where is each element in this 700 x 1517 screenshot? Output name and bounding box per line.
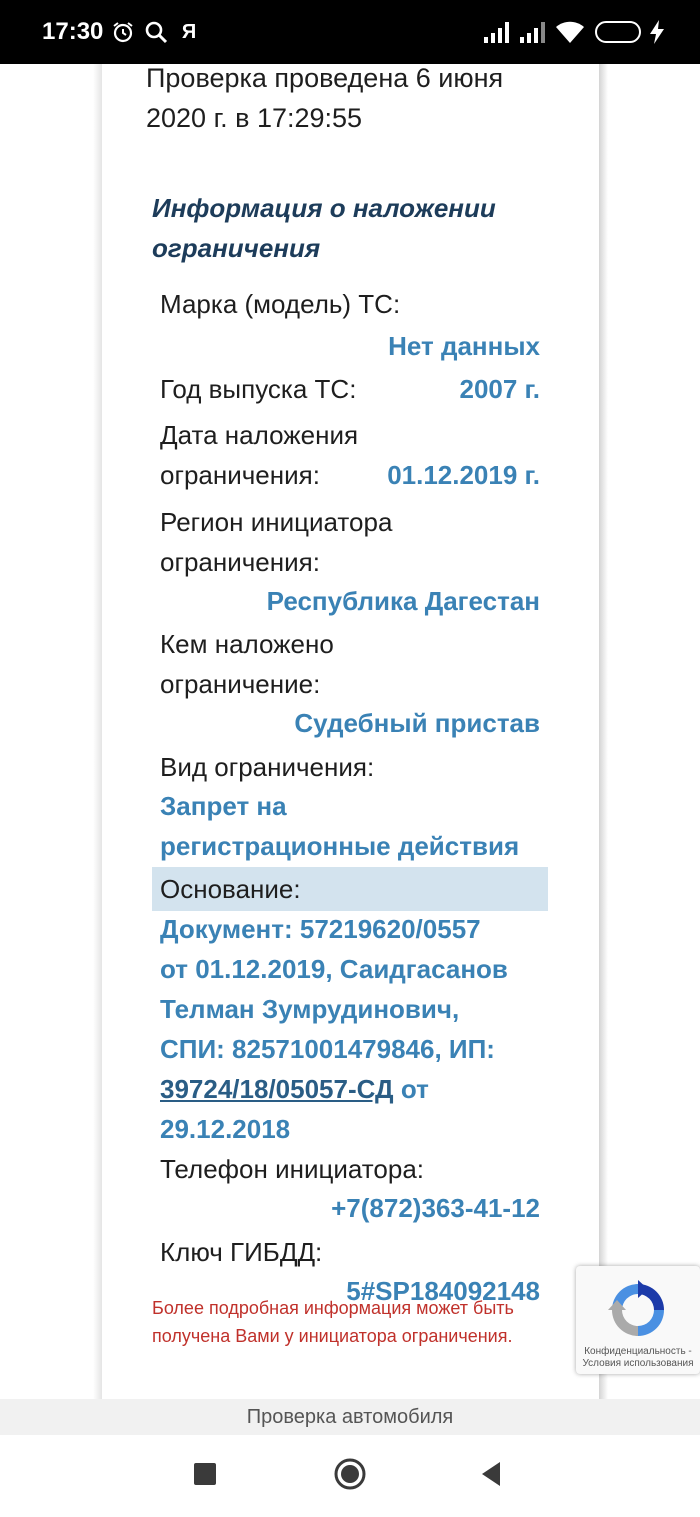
page-title-bar: Проверка автомобиля <box>0 1399 700 1435</box>
yandex-icon: Я <box>174 16 204 48</box>
year-label: Год выпуска ТС: <box>160 374 357 404</box>
kind-value-line1: Запрет на <box>160 791 287 821</box>
alarm-icon <box>110 16 136 48</box>
doc-line: СПИ: 82571001479846, ИП: <box>160 1034 495 1064</box>
yandex-label: Я <box>181 20 197 43</box>
home-icon <box>333 1457 367 1496</box>
doc-line: Документ: 57219620/0557 <box>160 914 481 944</box>
check-timestamp: Проверка проведена 6 июня 2020 г. в 17:2… <box>146 63 504 133</box>
recents-icon <box>194 1462 216 1490</box>
page-title: Проверка автомобиля <box>246 1406 454 1428</box>
back-button[interactable] <box>466 1451 516 1501</box>
page-shadow-right <box>598 64 608 1399</box>
signal-icon <box>518 16 548 48</box>
recaptcha-icon <box>604 1278 672 1342</box>
phone-value[interactable]: +7(872)363-41-12 <box>331 1188 540 1228</box>
phone-label: Телефон инициатора: <box>160 1154 425 1184</box>
section-title: Информация о наложении ограничения <box>152 193 496 263</box>
kind-value-line2: регистрационные действия <box>160 831 520 861</box>
model-value: Нет данных <box>388 331 540 361</box>
info-note: Более подробная информация может быть по… <box>152 1298 514 1346</box>
doc-line: 39724/18/05057-СД от <box>160 1069 550 1109</box>
battery-icon: 46 <box>595 21 641 43</box>
model-label: Марка (модель) ТС: <box>160 289 401 319</box>
back-icon <box>480 1461 502 1491</box>
basis-row: Основание: <box>152 867 548 911</box>
region-value: Республика Дагестан <box>266 586 540 616</box>
wifi-icon <box>553 16 587 48</box>
kind-label: Вид ограничения: <box>160 752 375 782</box>
doc-line: от 01.12.2019, Саидгасанов <box>160 954 508 984</box>
battery-level: 46 <box>618 23 635 41</box>
doc-ip-suffix: от <box>400 1074 429 1104</box>
signal-icon <box>482 16 512 48</box>
status-time: 17:30 <box>42 18 104 45</box>
ip-number-link[interactable]: 39724/18/05057-СД <box>160 1074 394 1104</box>
key-label: Ключ ГИБДД: <box>160 1237 323 1267</box>
date-value: 01.12.2019 г. <box>387 460 540 490</box>
date-label-line1: Дата наложения <box>160 420 359 450</box>
by-value: Судебный пристав <box>294 708 540 738</box>
basis-label: Основание: <box>160 874 301 904</box>
doc-line: 29.12.2018 <box>160 1114 291 1144</box>
date-label-line2: ограничения: <box>160 460 320 490</box>
region-label-line2: ограничения: <box>160 547 320 577</box>
by-label-line2: ограничение: <box>160 669 321 699</box>
search-icon <box>142 16 170 48</box>
home-button[interactable] <box>325 1451 375 1501</box>
status-bar: 17:30 Я 46 <box>0 0 700 64</box>
charging-icon <box>646 16 668 48</box>
by-label-line1: Кем наложено <box>160 629 334 659</box>
recaptcha-badge[interactable]: Конфиденциальность - Условия использован… <box>576 1266 700 1374</box>
region-label-line1: Регион инициатора <box>160 507 393 537</box>
basis-document: Документ: 57219620/0557 от 01.12.2019, С… <box>160 909 550 1149</box>
recents-button[interactable] <box>180 1451 230 1501</box>
year-value: 2007 г. <box>459 374 540 404</box>
navigation-bar <box>0 1435 700 1517</box>
doc-line: Телман Зумрудинович, <box>160 994 460 1024</box>
recaptcha-links[interactable]: Конфиденциальность - Условия использован… <box>576 1346 700 1370</box>
